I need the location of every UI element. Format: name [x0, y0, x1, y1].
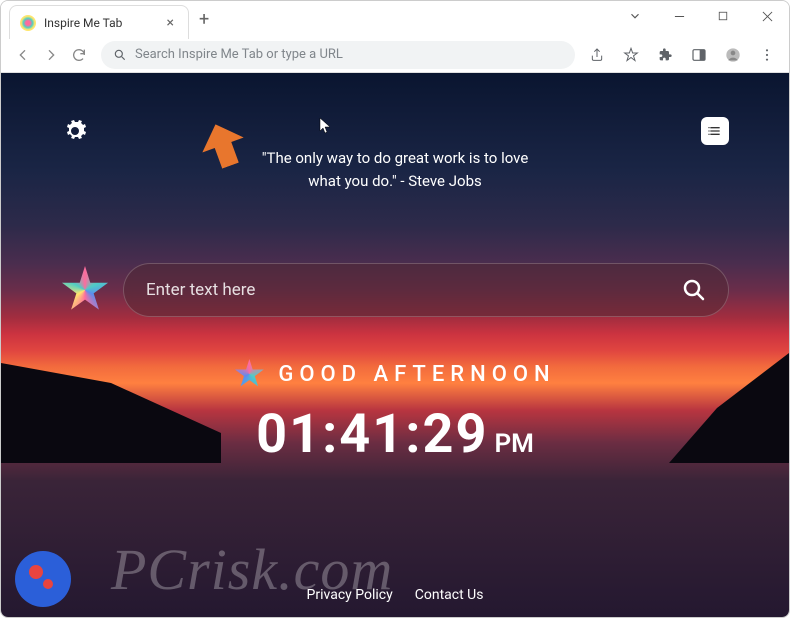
toolbar: Search Inspire Me Tab or type a URL: [1, 37, 789, 73]
contact-link[interactable]: Contact Us: [415, 587, 484, 603]
profile-icon[interactable]: [719, 41, 747, 69]
clock-ampm: PM: [494, 429, 533, 459]
clock-time: 01:41:29: [256, 403, 488, 466]
tab-favicon: [20, 15, 36, 31]
back-button[interactable]: [9, 41, 37, 69]
chevron-down-icon[interactable]: [613, 1, 657, 31]
window-controls: [613, 1, 789, 31]
sidepanel-icon[interactable]: [685, 41, 713, 69]
bookmark-star-icon[interactable]: [617, 41, 645, 69]
app-logo: [61, 266, 109, 314]
menu-dots-icon[interactable]: [753, 41, 781, 69]
maximize-button[interactable]: [701, 1, 745, 31]
address-bar-text: Search Inspire Me Tab or type a URL: [135, 47, 343, 62]
top-icon-row: [1, 117, 789, 145]
privacy-link[interactable]: Privacy Policy: [307, 587, 393, 603]
star-icon: [234, 359, 264, 389]
toolbar-actions: [583, 41, 781, 69]
forward-button[interactable]: [37, 41, 65, 69]
clock: 01:41:29 PM: [256, 403, 534, 466]
list-icon[interactable]: [701, 117, 729, 145]
settings-gear-icon[interactable]: [61, 117, 89, 145]
search-input[interactable]: [146, 280, 682, 300]
address-bar[interactable]: Search Inspire Me Tab or type a URL: [101, 41, 575, 69]
footer-links: Privacy Policy Contact Us: [307, 587, 484, 603]
close-button[interactable]: [745, 1, 789, 31]
close-tab-icon[interactable]: ×: [163, 15, 178, 31]
greeting-row: GOOD AFTERNOON: [234, 359, 555, 389]
titlebar: Inspire Me Tab × +: [1, 1, 789, 37]
search-icon: [113, 48, 127, 62]
search-row: [61, 263, 729, 317]
new-tab-button[interactable]: +: [189, 9, 219, 30]
browser-window: Inspire Me Tab × + Search Inspire Me Tab…: [0, 0, 790, 618]
page-content: "The only way to do great work is to lov…: [1, 73, 789, 617]
reload-button[interactable]: [65, 41, 93, 69]
chat-bubble-icon[interactable]: [15, 551, 71, 607]
minimize-button[interactable]: [657, 1, 701, 31]
quote-text: "The only way to do great work is to lov…: [255, 147, 535, 192]
tab-title: Inspire Me Tab: [44, 16, 163, 30]
cursor-icon: [319, 117, 333, 138]
greeting-text: GOOD AFTERNOON: [278, 362, 555, 387]
search-icon[interactable]: [682, 278, 706, 302]
share-icon[interactable]: [583, 41, 611, 69]
browser-tab[interactable]: Inspire Me Tab ×: [9, 5, 189, 39]
search-bar[interactable]: [123, 263, 729, 317]
extensions-icon[interactable]: [651, 41, 679, 69]
